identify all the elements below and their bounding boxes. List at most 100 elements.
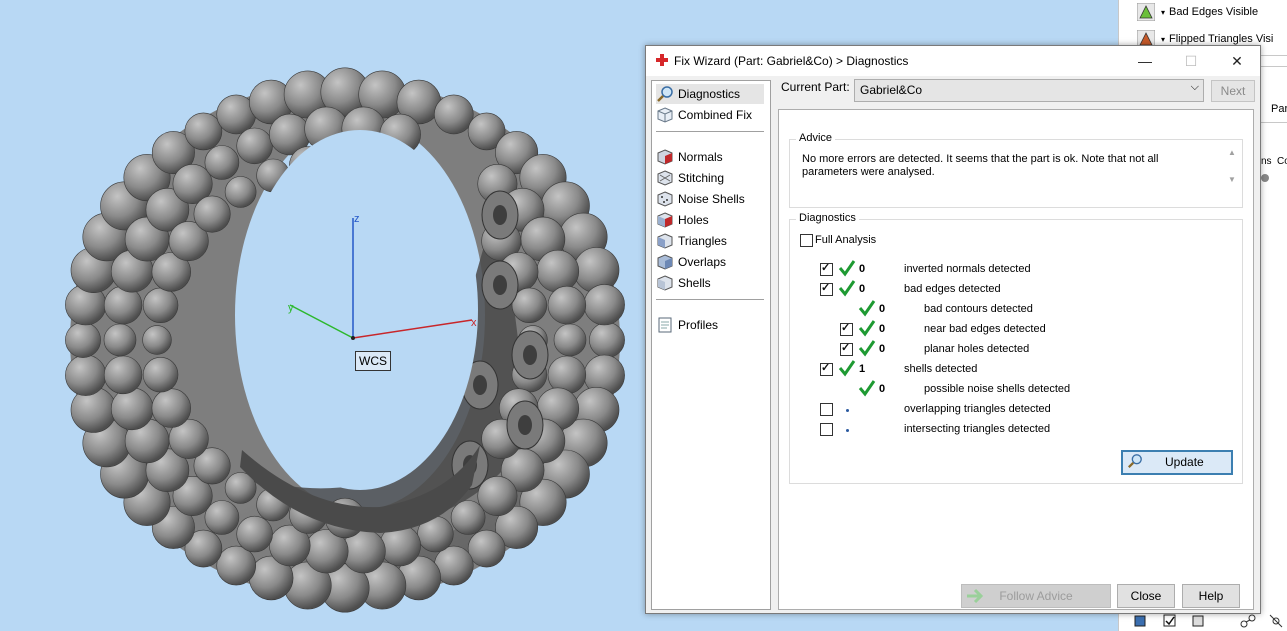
check-icon xyxy=(838,360,856,377)
nav-item-shells[interactable]: Shells xyxy=(656,273,764,293)
holes-cube-icon xyxy=(657,212,673,228)
check-icon xyxy=(858,300,876,317)
nav-item-holes[interactable]: Holes xyxy=(656,210,764,230)
planar-holes-label: planar holes detected xyxy=(924,343,1030,355)
current-part-label: Current Part: xyxy=(781,80,850,94)
nav-item-normals[interactable]: Normals xyxy=(656,147,764,167)
inner-bead-hole xyxy=(523,345,537,365)
advice-scrollbar[interactable]: ▲ ▼ xyxy=(1226,148,1238,192)
noise-shells-label: possible noise shells detected xyxy=(924,383,1071,395)
checkbox-icon[interactable] xyxy=(1163,614,1177,628)
bead xyxy=(103,355,143,395)
triangles-cube-icon xyxy=(657,233,673,249)
check-icon xyxy=(858,380,876,397)
bead xyxy=(589,322,625,358)
red-cross-icon xyxy=(656,54,668,66)
bead xyxy=(224,176,257,208)
bad-contours-count: 0 xyxy=(879,303,886,315)
y-axis-label: y xyxy=(288,302,294,314)
sphere-icon[interactable] xyxy=(1261,174,1269,182)
maximize-button[interactable]: ☐ xyxy=(1168,46,1214,76)
axis-triad xyxy=(289,218,473,340)
inverted-normals-checkbox[interactable] xyxy=(820,261,833,276)
close-window-button[interactable]: ✕ xyxy=(1214,46,1260,76)
divider xyxy=(1261,122,1287,123)
bead xyxy=(184,112,223,151)
network-icon[interactable] xyxy=(1267,612,1285,630)
nav-item-diagnostics[interactable]: Diagnostics xyxy=(656,84,764,104)
bottom-toolbar xyxy=(1119,612,1287,631)
minimize-button[interactable]: — xyxy=(1122,46,1168,76)
co-tab-label[interactable]: Co xyxy=(1277,156,1287,167)
inner-bead-hole xyxy=(473,375,487,395)
follow-advice-button[interactable]: Follow Advice xyxy=(961,584,1111,608)
bad-edges-count: 0 xyxy=(859,283,866,295)
bead xyxy=(142,357,179,393)
nav-item-combined-fix[interactable]: Combined Fix xyxy=(656,105,764,125)
planar-holes-checkbox[interactable] xyxy=(840,341,853,356)
diagnostics-title: Diagnostics xyxy=(796,212,859,224)
bad-contours-label: bad contours detected xyxy=(924,303,1033,315)
nav-item-overlaps[interactable]: Overlaps xyxy=(656,252,764,272)
dialog-title: Fix Wizard (Part: Gabriel&Co) > Diagnost… xyxy=(674,54,909,68)
bead xyxy=(216,545,256,586)
part-tab-label[interactable]: Part xyxy=(1271,103,1287,115)
nav-item-profiles[interactable]: Profiles xyxy=(656,315,764,335)
shells-label: shells detected xyxy=(904,363,978,375)
check-icon xyxy=(858,320,876,337)
inverted-normals-count: 0 xyxy=(859,263,866,275)
nav-separator xyxy=(656,131,764,132)
bead xyxy=(142,287,179,324)
bead xyxy=(204,145,240,180)
document-icon xyxy=(658,317,672,333)
arrow-right-icon xyxy=(967,588,984,604)
bead xyxy=(536,249,580,293)
shells-count: 1 xyxy=(859,363,866,375)
x-axis-label: x xyxy=(471,317,477,329)
view-mode-icon[interactable] xyxy=(1191,614,1205,628)
overlapping-triangles-label: overlapping triangles detected xyxy=(904,403,1051,415)
bad-edges-label: bad edges detected xyxy=(904,283,1001,295)
inner-bead-hole xyxy=(518,415,532,435)
bead xyxy=(467,529,506,568)
dialog-titlebar[interactable]: Fix Wizard (Part: Gabriel&Co) > Diagnost… xyxy=(646,46,1260,76)
nav-label: Stitching xyxy=(678,171,725,185)
nav-label: Normals xyxy=(678,150,723,164)
update-button[interactable]: Update xyxy=(1121,450,1233,475)
normals-cube-icon xyxy=(657,149,673,165)
overlapping-triangles-checkbox[interactable] xyxy=(820,403,833,416)
molecule-icon[interactable] xyxy=(1239,612,1257,630)
full-analysis-checkbox[interactable] xyxy=(800,234,813,247)
bead xyxy=(236,515,273,553)
nav-label: Overlaps xyxy=(678,255,727,269)
inverted-normals-label: inverted normals detected xyxy=(904,263,1031,275)
ns-tab-label[interactable]: ns xyxy=(1261,156,1272,167)
magnifier-icon xyxy=(1127,454,1142,469)
nav-label: Triangles xyxy=(678,234,727,248)
near-bad-edges-checkbox[interactable] xyxy=(840,321,853,336)
wcs-label: WCS xyxy=(355,351,391,371)
close-button[interactable]: Close xyxy=(1117,584,1175,608)
nav-label: Noise Shells xyxy=(678,192,745,206)
cube-view-icon[interactable] xyxy=(1133,614,1147,628)
bead xyxy=(65,354,107,396)
nav-item-stitching[interactable]: Stitching xyxy=(656,168,764,188)
fix-wizard-dialog: Fix Wizard (Part: Gabriel&Co) > Diagnost… xyxy=(645,45,1261,614)
cube-icon xyxy=(657,107,673,123)
diagnostics-group: Diagnostics Full Analysis 0 inverted nor… xyxy=(789,212,1243,484)
check-icon xyxy=(838,260,856,277)
nav-item-triangles[interactable]: Triangles xyxy=(656,231,764,251)
bad-edges-icon xyxy=(1137,3,1155,21)
nav-item-noise-shells[interactable]: Noise Shells xyxy=(656,189,764,209)
near-bad-edges-count: 0 xyxy=(879,323,886,335)
current-part-select[interactable]: Gabriel&Co ⌵ xyxy=(854,79,1204,102)
next-button[interactable]: Next xyxy=(1211,80,1255,102)
bead xyxy=(547,285,587,325)
help-button[interactable]: Help xyxy=(1182,584,1240,608)
intersecting-triangles-checkbox[interactable] xyxy=(820,423,833,436)
z-axis-label: z xyxy=(354,213,360,225)
bad-edges-checkbox[interactable] xyxy=(820,281,833,296)
bead xyxy=(553,323,587,357)
bad-edges-visible-item[interactable]: ▾ Bad Edges Visible xyxy=(1137,1,1258,23)
shells-checkbox[interactable] xyxy=(820,361,833,376)
